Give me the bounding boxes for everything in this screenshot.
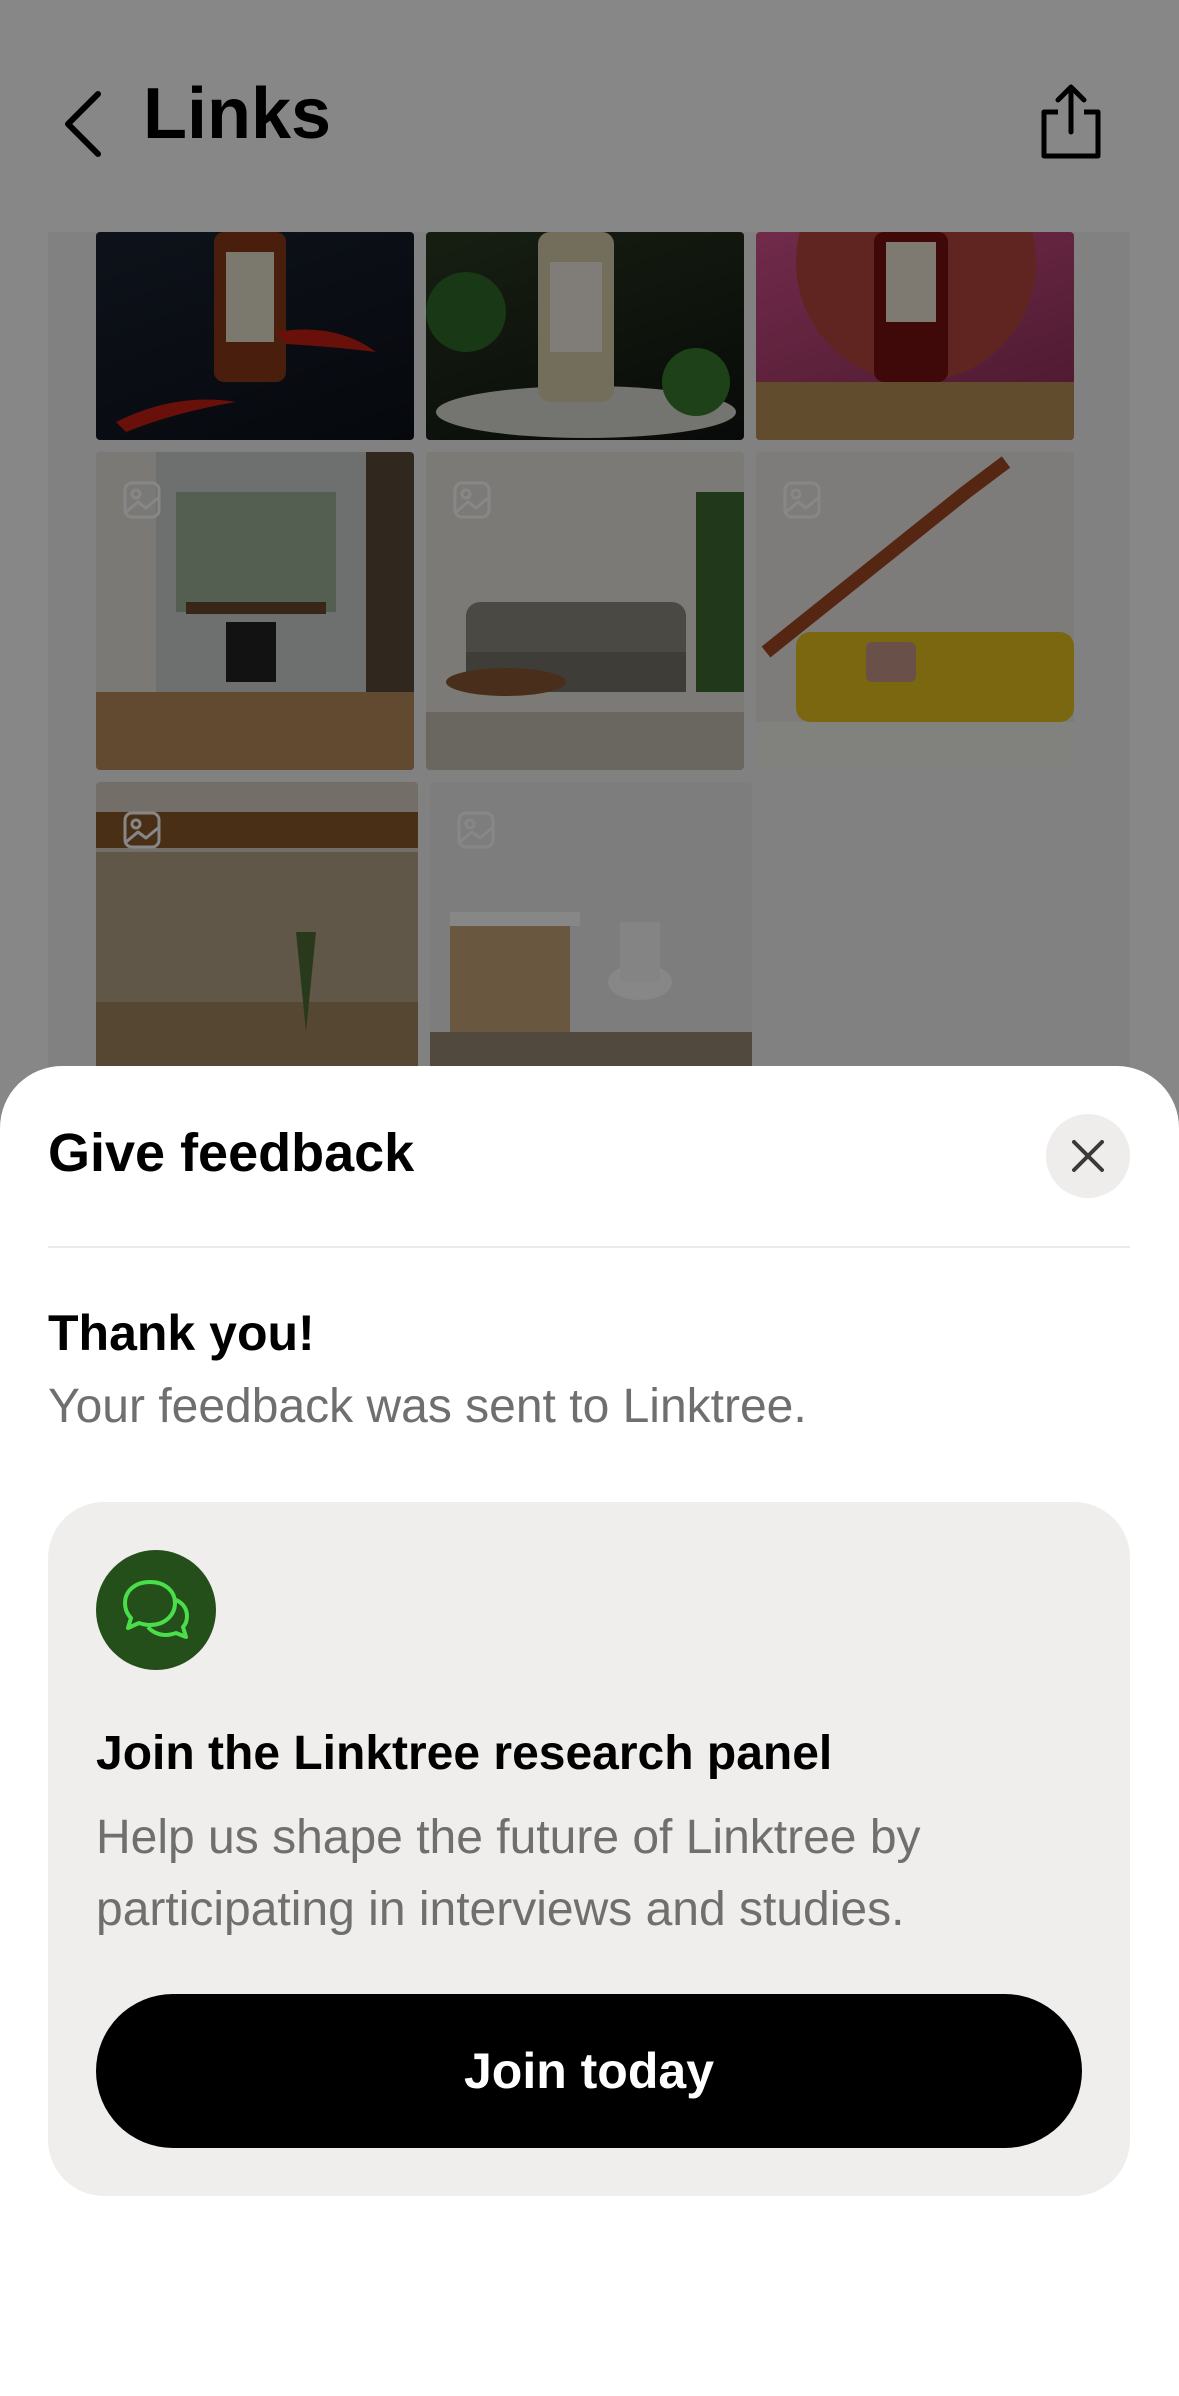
- thank-you-heading: Thank you!: [48, 1305, 315, 1361]
- card-title: Join the Linktree research panel: [96, 1727, 833, 1780]
- chat-bubbles-icon: [123, 1580, 189, 1639]
- sheet-title: Give feedback: [48, 1123, 415, 1183]
- close-button[interactable]: [1046, 1114, 1130, 1198]
- close-icon: [1072, 1140, 1104, 1172]
- thank-you-subtitle: Your feedback was sent to Linktree.: [48, 1380, 807, 1433]
- join-today-button[interactable]: Join today: [96, 1994, 1082, 2148]
- divider: [48, 1246, 1130, 1248]
- chat-icon-badge: [96, 1550, 216, 1670]
- card-description: Help us shape the future of Linktree by …: [96, 1811, 921, 1936]
